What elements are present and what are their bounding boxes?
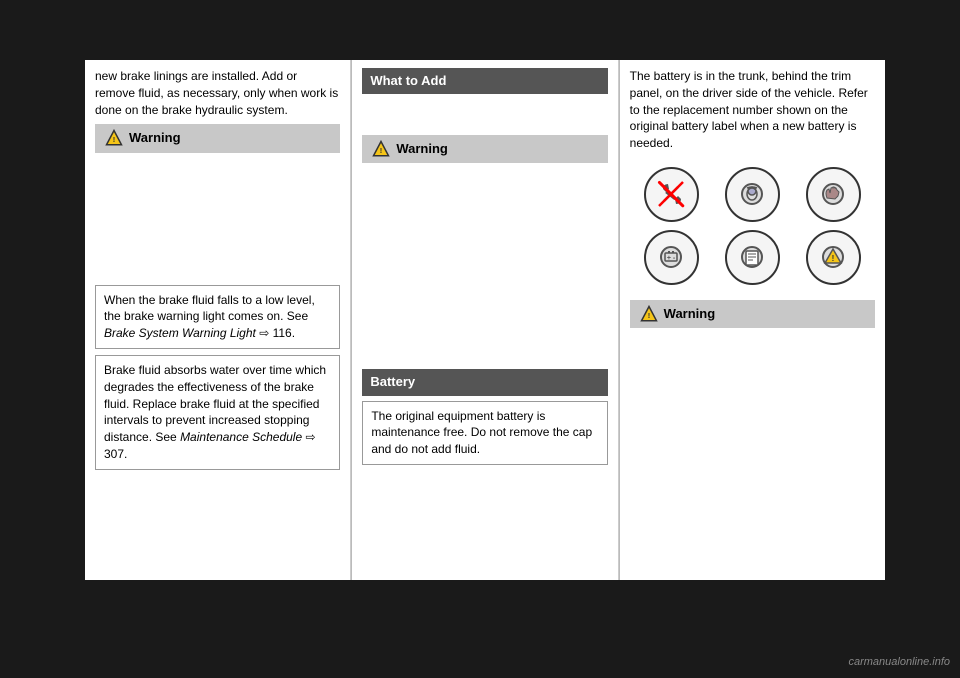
brake-info-box-1: When the brake fluid falls to a low leve… bbox=[95, 285, 340, 349]
gloves-icon bbox=[797, 167, 870, 222]
column-2: What to Add ! Warning Battery The origin… bbox=[352, 60, 618, 580]
warning-bar-3: ! Warning bbox=[630, 300, 875, 328]
warning-triangle-icon-3: ! bbox=[640, 305, 658, 323]
battery-location-text: The battery is in the trunk, behind the … bbox=[630, 68, 875, 152]
hazard-icon: ! bbox=[797, 230, 870, 285]
svg-text:!: ! bbox=[647, 311, 650, 320]
col1-intro-text: new brake linings are installed. Add or … bbox=[95, 68, 340, 118]
what-to-add-header: What to Add bbox=[362, 68, 607, 94]
warning-label-2: Warning bbox=[396, 140, 448, 158]
svg-text:!: ! bbox=[380, 146, 383, 155]
svg-text:!: ! bbox=[113, 135, 116, 144]
brake-text-1: When the brake fluid falls to a low leve… bbox=[104, 293, 315, 341]
watermark: carmanualonline.info bbox=[848, 656, 950, 668]
svg-text:+ -: + - bbox=[667, 255, 676, 262]
brake-ref-1: Brake System Warning Light bbox=[104, 326, 256, 340]
column-3: The battery is in the trunk, behind the … bbox=[620, 60, 885, 580]
battery-electrical-icon: + - bbox=[635, 230, 708, 285]
battery-info: The original equipment battery is mainte… bbox=[362, 401, 607, 465]
warning-triangle-icon-2: ! bbox=[372, 140, 390, 158]
brake-text-2: Brake fluid absorbs water over time whic… bbox=[104, 363, 326, 461]
warning-triangle-icon-1: ! bbox=[105, 129, 123, 147]
safety-glasses-icon bbox=[716, 167, 789, 222]
battery-section-header: Battery bbox=[362, 369, 607, 395]
page-content: new brake linings are installed. Add or … bbox=[85, 60, 885, 580]
brake-info-box-2: Brake fluid absorbs water over time whic… bbox=[95, 355, 340, 470]
no-tool-icon bbox=[635, 167, 708, 222]
manual-icon bbox=[716, 230, 789, 285]
warning-bar-2: ! Warning bbox=[362, 135, 607, 163]
column-1: new brake linings are installed. Add or … bbox=[85, 60, 351, 580]
warning-label-1: Warning bbox=[129, 129, 181, 147]
brake-ref-2: Maintenance Schedule bbox=[180, 430, 302, 444]
warning-bar-1: ! Warning bbox=[95, 124, 340, 152]
safety-icons-grid: + - bbox=[630, 162, 875, 290]
svg-text:!: ! bbox=[832, 254, 835, 263]
warning-label-3: Warning bbox=[664, 305, 716, 323]
